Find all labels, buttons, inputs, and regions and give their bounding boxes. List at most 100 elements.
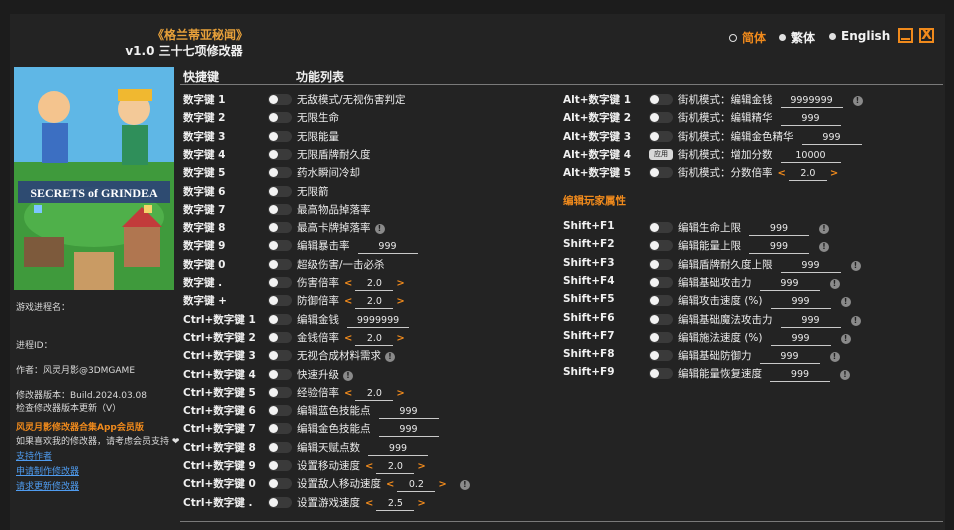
- support-author-link[interactable]: 支持作者: [16, 449, 52, 462]
- value-input[interactable]: 10000: [780, 150, 841, 163]
- toggle-switch[interactable]: [649, 295, 673, 307]
- check-update-link[interactable]: 检查修改器版本更新（V）: [16, 401, 121, 414]
- value-input[interactable]: 999: [759, 351, 820, 365]
- decrease-arrow-icon[interactable]: <: [362, 498, 376, 509]
- toggle-switch[interactable]: [268, 240, 292, 252]
- toggle-switch[interactable]: [268, 185, 292, 197]
- info-icon[interactable]: !: [385, 352, 395, 363]
- request-trainer-link[interactable]: 申请制作修改器: [16, 464, 79, 477]
- value-input[interactable]: 999: [770, 296, 831, 310]
- decrease-arrow-icon[interactable]: <: [341, 296, 355, 307]
- toggle-switch[interactable]: [649, 313, 673, 325]
- decrease-arrow-icon[interactable]: <: [341, 388, 355, 399]
- decrease-arrow-icon[interactable]: <: [362, 461, 376, 472]
- value-input[interactable]: 999: [357, 241, 418, 255]
- toggle-switch[interactable]: [649, 94, 673, 105]
- toggle-switch[interactable]: [649, 276, 673, 288]
- toggle-switch[interactable]: [268, 258, 292, 270]
- lang-simplified[interactable]: 简体: [729, 29, 766, 46]
- toggle-switch[interactable]: [268, 313, 292, 325]
- value-input[interactable]: 2.0: [376, 461, 415, 474]
- info-icon[interactable]: !: [840, 333, 851, 344]
- increase-arrow-icon[interactable]: >: [393, 296, 407, 307]
- info-icon[interactable]: !: [343, 370, 353, 381]
- toggle-switch[interactable]: [649, 368, 673, 380]
- app-promo-link[interactable]: 风灵月影修改器合集App会员版: [16, 420, 144, 433]
- toggle-switch[interactable]: [268, 222, 292, 234]
- value-input[interactable]: 9999999: [347, 315, 409, 328]
- toggle-switch[interactable]: [268, 94, 292, 105]
- toggle-switch[interactable]: [268, 148, 292, 160]
- value-input[interactable]: 999: [780, 260, 841, 273]
- value-input[interactable]: 9999999: [780, 95, 843, 108]
- value-input[interactable]: 999: [770, 369, 830, 383]
- info-icon[interactable]: !: [850, 315, 861, 326]
- value-input[interactable]: 999: [780, 315, 841, 328]
- toggle-switch[interactable]: [649, 350, 673, 362]
- toggle-switch[interactable]: [649, 240, 673, 252]
- info-icon[interactable]: !: [840, 297, 851, 308]
- increase-arrow-icon[interactable]: >: [414, 461, 428, 472]
- toggle-switch[interactable]: [268, 295, 292, 307]
- info-icon[interactable]: !: [850, 260, 861, 271]
- toggle-switch[interactable]: [268, 405, 292, 417]
- toggle-switch[interactable]: [268, 423, 292, 435]
- value-input[interactable]: 2.0: [788, 168, 827, 182]
- info-icon[interactable]: !: [829, 278, 840, 289]
- toggle-switch[interactable]: [649, 130, 673, 142]
- toggle-switch[interactable]: [268, 277, 292, 288]
- minimize-icon[interactable]: [898, 28, 913, 43]
- value-input[interactable]: 999: [368, 443, 428, 456]
- toggle-switch[interactable]: [268, 350, 292, 362]
- toggle-switch[interactable]: [649, 167, 673, 179]
- increase-arrow-icon[interactable]: >: [435, 479, 449, 490]
- value-input[interactable]: 2.0: [355, 333, 394, 346]
- info-icon[interactable]: !: [459, 480, 470, 491]
- value-input[interactable]: 999: [780, 113, 841, 127]
- decrease-arrow-icon[interactable]: <: [383, 479, 397, 490]
- toggle-switch[interactable]: [649, 112, 673, 124]
- close-icon[interactable]: X: [919, 28, 934, 43]
- lang-traditional[interactable]: 繁体: [779, 29, 815, 46]
- toggle-switch[interactable]: [268, 386, 292, 398]
- toggle-switch[interactable]: [268, 368, 292, 380]
- info-icon[interactable]: !: [840, 370, 850, 381]
- value-input[interactable]: 999: [378, 424, 439, 438]
- value-input[interactable]: 2.0: [355, 388, 394, 401]
- decrease-arrow-icon[interactable]: <: [341, 278, 355, 289]
- toggle-switch[interactable]: [268, 203, 292, 215]
- toggle-switch[interactable]: [268, 460, 292, 471]
- info-icon[interactable]: !: [852, 96, 863, 106]
- toggle-switch[interactable]: [268, 441, 292, 453]
- toggle-switch[interactable]: [268, 331, 292, 343]
- value-input[interactable]: 999: [801, 132, 862, 145]
- decrease-arrow-icon[interactable]: <: [341, 333, 355, 344]
- value-input[interactable]: 999: [759, 278, 820, 291]
- value-input[interactable]: 2.0: [355, 296, 394, 310]
- value-input[interactable]: 999: [749, 241, 809, 255]
- value-input[interactable]: 999: [770, 333, 831, 346]
- apply-button[interactable]: 应用: [649, 148, 673, 160]
- toggle-switch[interactable]: [268, 130, 292, 142]
- toggle-switch[interactable]: [268, 112, 292, 124]
- toggle-switch[interactable]: [649, 222, 673, 233]
- request-update-link[interactable]: 请求更新修改器: [16, 479, 79, 492]
- value-input[interactable]: 0.2: [397, 479, 436, 493]
- increase-arrow-icon[interactable]: >: [827, 168, 841, 179]
- increase-arrow-icon[interactable]: >: [393, 333, 407, 344]
- info-icon[interactable]: !: [819, 242, 829, 253]
- increase-arrow-icon[interactable]: >: [393, 278, 407, 289]
- toggle-switch[interactable]: [268, 496, 292, 508]
- lang-english[interactable]: English: [829, 29, 890, 43]
- value-input[interactable]: 2.5: [376, 498, 415, 511]
- value-input[interactable]: 999: [749, 223, 809, 236]
- info-icon[interactable]: !: [374, 224, 385, 235]
- toggle-switch[interactable]: [649, 331, 673, 343]
- increase-arrow-icon[interactable]: >: [393, 388, 407, 399]
- info-icon[interactable]: !: [819, 224, 829, 234]
- toggle-switch[interactable]: [268, 478, 292, 490]
- info-icon[interactable]: !: [829, 352, 840, 363]
- increase-arrow-icon[interactable]: >: [414, 498, 428, 509]
- toggle-switch[interactable]: [268, 167, 292, 179]
- value-input[interactable]: 2.0: [355, 278, 394, 291]
